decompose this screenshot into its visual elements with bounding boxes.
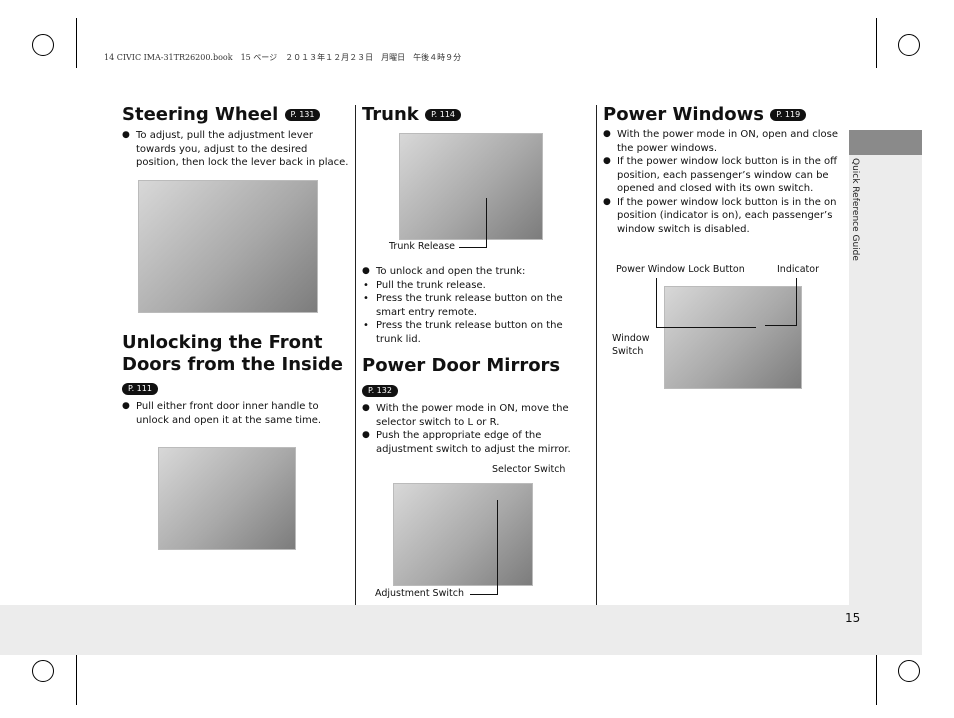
bullet: Pull either front door inner handle to u… bbox=[122, 400, 352, 427]
bullet: With the power mode in ON, open and clos… bbox=[603, 128, 839, 155]
registration-mark bbox=[898, 34, 920, 56]
sub-bullet: Pull the trunk release. bbox=[362, 279, 592, 293]
print-header: 14 CIVIC IMA-31TR26200.book 15 ページ ２０１３年… bbox=[104, 53, 462, 62]
bullet: With the power mode in ON, move the sele… bbox=[362, 402, 592, 429]
page-ref-link[interactable]: P. 111 bbox=[122, 382, 158, 395]
section-title: Power Windows P. 119 bbox=[603, 104, 839, 126]
caption: Power Window Lock Button bbox=[616, 264, 745, 275]
mirror-switch-image bbox=[393, 483, 533, 586]
section-title: Steering Wheel P. 131 bbox=[122, 104, 352, 126]
bullet: To adjust, pull the adjustment lever tow… bbox=[122, 129, 352, 170]
leader-line bbox=[459, 198, 487, 248]
crop-mark bbox=[876, 18, 877, 68]
section-label: Quick Reference Guide bbox=[850, 158, 860, 261]
page-ref-link[interactable]: P. 131 bbox=[284, 109, 321, 121]
caption: Window Switch bbox=[612, 333, 650, 357]
registration-mark bbox=[32, 660, 54, 682]
mirrors-section: Power Door Mirrors P. 132 With the power… bbox=[362, 355, 592, 456]
sub-bullet: Press the trunk release button on the tr… bbox=[362, 319, 592, 346]
windows-section: Power Windows P. 119 With the power mode… bbox=[603, 104, 839, 236]
leader-line bbox=[470, 500, 498, 595]
caption: Selector Switch bbox=[492, 464, 566, 475]
door-handle-image bbox=[158, 447, 296, 550]
caption: Indicator bbox=[777, 264, 819, 275]
steering-section: Steering Wheel P. 131 To adjust, pull th… bbox=[122, 104, 352, 170]
page-number: 15 bbox=[845, 611, 861, 625]
bullet: If the power window lock button is in th… bbox=[603, 155, 839, 196]
footer-band bbox=[0, 605, 922, 655]
section-title: Trunk P. 114 bbox=[362, 104, 461, 126]
caption: Adjustment Switch bbox=[375, 588, 464, 599]
page-ref-link[interactable]: P. 114 bbox=[425, 109, 461, 121]
crop-mark bbox=[76, 655, 77, 705]
page-ref-link[interactable]: P. 132 bbox=[362, 384, 398, 397]
unlocking-section: Unlocking the Front Doors from the Insid… bbox=[122, 332, 352, 427]
column-divider bbox=[596, 105, 597, 605]
section-title: Unlocking the Front Doors from the Insid… bbox=[122, 332, 344, 375]
page-ref-link[interactable]: P. 119 bbox=[770, 109, 807, 121]
sub-bullet: Press the trunk release button on the sm… bbox=[362, 292, 592, 319]
column-divider bbox=[355, 105, 356, 605]
leader-line bbox=[656, 278, 756, 328]
trunk-list: To unlock and open the trunk: Pull the t… bbox=[362, 265, 592, 346]
section-tab[interactable] bbox=[849, 130, 922, 155]
section-title: Power Door Mirrors bbox=[362, 355, 561, 376]
trunk-section: Trunk P. 114 bbox=[362, 104, 461, 126]
bullet: To unlock and open the trunk: bbox=[362, 265, 592, 279]
steering-wheel-image bbox=[138, 180, 318, 313]
caption: Trunk Release bbox=[389, 241, 455, 252]
registration-mark bbox=[898, 660, 920, 682]
bullet: Push the appropriate edge of the adjustm… bbox=[362, 429, 592, 456]
leader-line bbox=[765, 278, 797, 326]
bullet: If the power window lock button is in th… bbox=[603, 196, 839, 237]
registration-mark bbox=[32, 34, 54, 56]
crop-mark bbox=[876, 655, 877, 705]
crop-mark bbox=[76, 18, 77, 68]
